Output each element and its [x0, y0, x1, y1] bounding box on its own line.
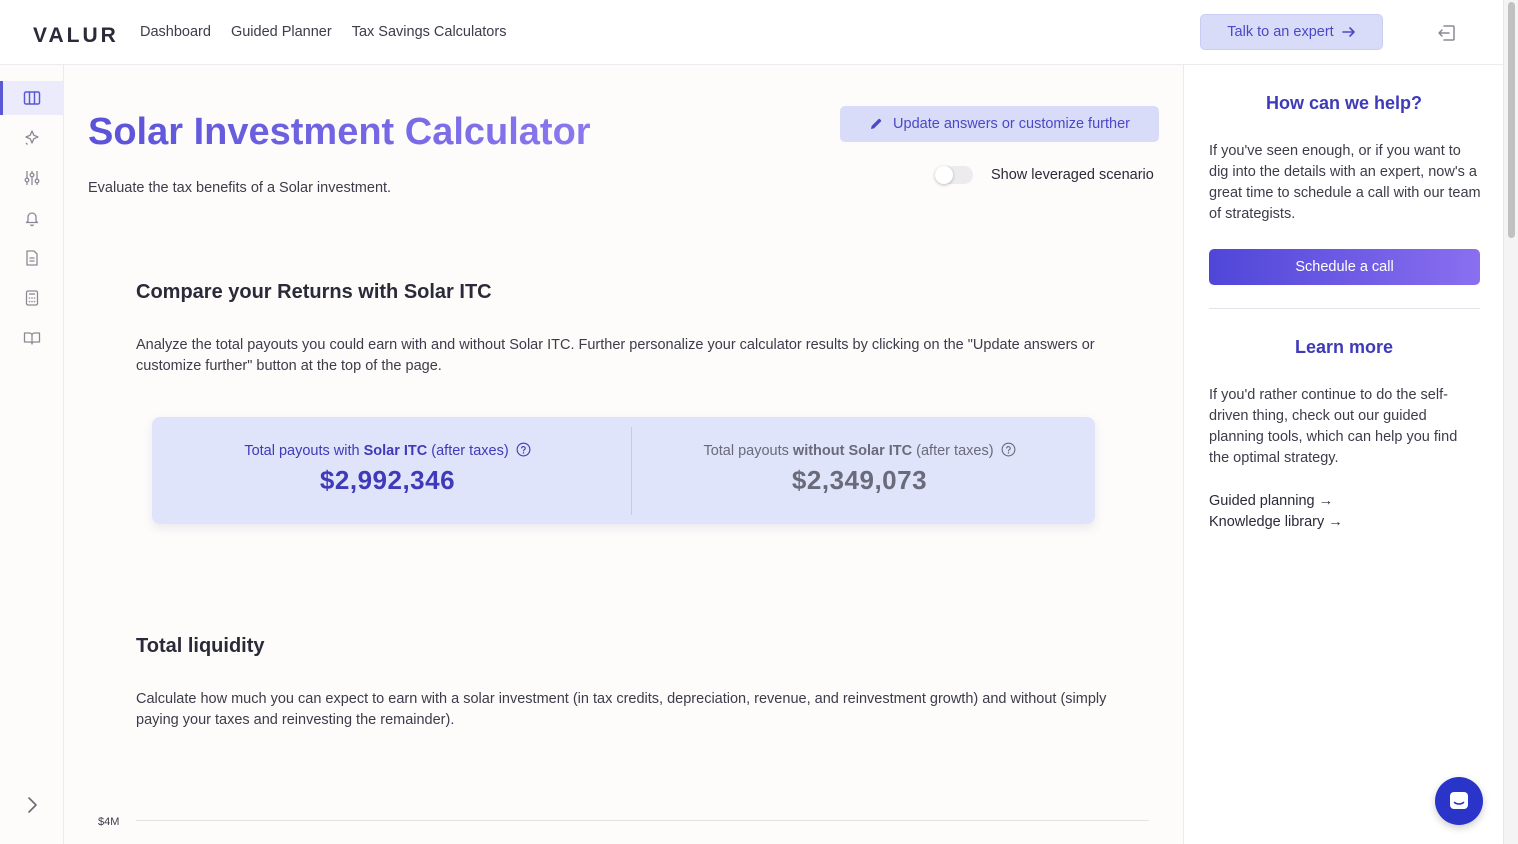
compare-heading: Compare your Returns with Solar ITC — [136, 281, 492, 303]
chat-icon — [1450, 792, 1468, 809]
rail-item-documents[interactable] — [0, 241, 63, 275]
payout-with-bold: Solar ITC — [363, 443, 428, 459]
top-bar: VALUR Dashboard Guided Planner Tax Savin… — [0, 0, 1503, 65]
learn-text: If you'd rather continue to do the self-… — [1209, 387, 1458, 466]
payout-card: Total payouts with Solar ITC (after taxe… — [152, 417, 1095, 524]
payout-with-suffix: (after taxes) — [427, 443, 509, 459]
nav-tax-savings-calculators[interactable]: Tax Savings Calculators — [352, 24, 507, 40]
payout-without-suffix: (after taxes) — [912, 443, 994, 459]
nav-dashboard[interactable]: Dashboard — [140, 24, 211, 40]
page-title: Solar Investment Calculator — [88, 111, 591, 153]
toggle-knob — [935, 166, 953, 184]
chart-axis-label: $4M — [98, 816, 120, 828]
nav-guided-planner[interactable]: Guided Planner — [231, 24, 332, 40]
payout-without-bold: without Solar ITC — [792, 443, 913, 459]
pencil-icon — [871, 118, 882, 129]
question-icon[interactable] — [516, 442, 531, 457]
payout-without-label: Total payouts without Solar ITC (after t… — [624, 442, 1095, 459]
talk-to-expert-label: Talk to an expert — [1227, 24, 1334, 40]
payout-with-prefix: Total payouts with — [244, 443, 364, 459]
payout-without-value: $2,349,073 — [791, 465, 928, 495]
valur-logo[interactable]: VALUR — [33, 24, 119, 48]
scrollbar-thumb[interactable] — [1508, 2, 1515, 238]
chat-button[interactable] — [1435, 777, 1483, 825]
arrow-right-icon — [1341, 27, 1355, 37]
help-panel: How can we help? If you've seen enough, … — [1183, 65, 1503, 844]
sparkle-icon — [24, 130, 39, 145]
update-answers-button[interactable]: Update answers or customize further — [840, 106, 1159, 142]
payout-with-label: Total payouts with Solar ITC (after taxe… — [152, 442, 623, 459]
schedule-call-button[interactable]: Schedule a call — [1209, 249, 1480, 285]
calculator-icon — [25, 290, 38, 306]
payout-with-value: $2,992,346 — [319, 465, 456, 495]
left-rail — [0, 65, 64, 844]
columns-icon — [23, 91, 40, 105]
knowledge-library-link[interactable]: Knowledge library → — [1209, 514, 1343, 530]
question-icon[interactable] — [1001, 442, 1016, 457]
liquidity-heading: Total liquidity — [136, 635, 265, 657]
chart-gridline — [136, 820, 1149, 821]
bell-icon — [25, 212, 38, 227]
main-content: Solar Investment Calculator Evaluate the… — [64, 65, 1183, 844]
payout-without-prefix: Total payouts — [703, 443, 793, 459]
learn-heading: Learn more — [1294, 337, 1394, 357]
rail-item-sparkle[interactable] — [0, 121, 63, 155]
logout-icon[interactable] — [1436, 22, 1458, 44]
guided-planning-link[interactable]: Guided planning → — [1209, 493, 1333, 509]
rail-item-calculators[interactable] — [0, 281, 63, 315]
rail-item-notifications[interactable] — [0, 201, 63, 235]
chevron-right-icon[interactable] — [22, 795, 42, 815]
compare-text: Analyze the total payouts you could earn… — [136, 337, 1095, 374]
document-icon — [25, 250, 38, 266]
main-nav: Dashboard Guided Planner Tax Savings Cal… — [140, 24, 506, 40]
help-heading: How can we help? — [1265, 93, 1423, 113]
payout-with-itc: Total payouts with Solar ITC (after taxe… — [152, 417, 623, 524]
leveraged-scenario-toggle[interactable] — [935, 166, 973, 184]
rail-item-library[interactable] — [0, 321, 63, 355]
help-text: If you've seen enough, or if you want to… — [1209, 143, 1481, 222]
page-subtitle: Evaluate the tax benefits of a Solar inv… — [88, 180, 392, 196]
leveraged-scenario-label: Show leveraged scenario — [991, 167, 1154, 183]
sliders-icon — [24, 171, 39, 185]
liquidity-text: Calculate how much you can expect to ear… — [136, 691, 1107, 728]
talk-to-expert-button[interactable]: Talk to an expert — [1200, 14, 1383, 50]
rail-item-dashboard[interactable] — [0, 81, 63, 115]
payout-without-itc: Total payouts without Solar ITC (after t… — [624, 417, 1095, 524]
panel-divider — [1209, 308, 1480, 309]
update-answers-label: Update answers or customize further — [893, 116, 1130, 132]
book-icon — [23, 332, 40, 345]
rail-item-sliders[interactable] — [0, 161, 63, 195]
scrollbar[interactable] — [1503, 0, 1518, 844]
